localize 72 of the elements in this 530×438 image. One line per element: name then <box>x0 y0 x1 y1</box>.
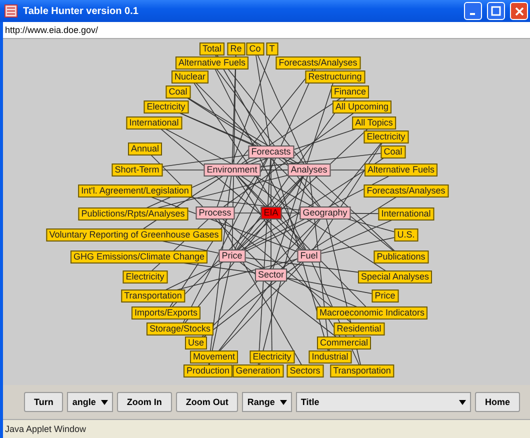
app-icon <box>4 4 18 18</box>
category-node[interactable]: Forecasts <box>248 146 294 158</box>
topic-node[interactable]: Coal <box>166 86 190 98</box>
category-node[interactable]: Environment <box>204 164 260 176</box>
topic-node[interactable]: Nuclear <box>172 70 208 84</box>
topic-node[interactable]: Residential <box>334 322 384 336</box>
topic-node[interactable]: Transportation <box>121 290 185 302</box>
topic-node[interactable]: Finance <box>330 86 370 98</box>
toolbar-button[interactable]: Home <box>474 392 520 412</box>
topic-node[interactable]: Macroeconomic Indicators <box>316 306 428 320</box>
topic-node[interactable]: Special Analyses <box>358 270 432 284</box>
root-node[interactable]: EIA <box>260 206 282 220</box>
toolbar-button[interactable]: Turn <box>24 392 64 412</box>
topic-node[interactable]: All Topics <box>352 116 396 130</box>
topic-node[interactable]: Co <box>246 42 264 56</box>
topic-node[interactable]: Electricity <box>250 350 294 364</box>
toolbar-button[interactable]: Zoom Out <box>176 392 238 412</box>
topic-node[interactable]: Price <box>372 290 398 302</box>
topic-node[interactable]: Electricity <box>364 130 408 144</box>
status-bar: Java Applet Window <box>3 419 530 438</box>
topic-node[interactable]: Alternative Fuels <box>175 56 249 70</box>
topic-node[interactable]: Industrial <box>308 350 352 364</box>
topic-node[interactable]: GHG Emissions/Climate Change <box>70 250 208 264</box>
topic-node[interactable]: International <box>126 116 182 130</box>
dropdown[interactable]: Title <box>296 392 471 412</box>
topic-node[interactable]: International <box>378 208 434 220</box>
topic-node[interactable]: Coal <box>380 146 406 158</box>
topic-node[interactable]: Electricity <box>122 270 168 284</box>
close-icon <box>514 6 524 16</box>
category-node[interactable]: Geography <box>300 206 350 220</box>
category-node[interactable]: Analyses <box>288 164 330 176</box>
topic-node[interactable]: Sectors <box>286 364 324 378</box>
topic-node[interactable]: Transportation <box>330 364 394 378</box>
window-title: Table Hunter version 0.1 <box>23 6 140 16</box>
topic-node[interactable]: Use <box>185 336 207 350</box>
maximize-icon <box>491 6 501 16</box>
topic-node[interactable]: Publications <box>374 250 428 264</box>
topic-node[interactable]: All Upcoming <box>332 100 392 114</box>
topic-node[interactable]: Storage/Stocks <box>146 322 214 336</box>
topic-node[interactable]: Production <box>183 364 233 378</box>
dropdown[interactable]: angle <box>67 392 113 412</box>
topic-node[interactable]: Forecasts/Analyses <box>276 56 360 70</box>
category-node[interactable]: Process <box>196 206 234 220</box>
caret-icon <box>280 400 287 404</box>
topic-node[interactable]: Forecasts/Analyses <box>364 184 448 198</box>
topic-node[interactable]: Voluntary Reporting of Greenhouse Gases <box>46 228 222 242</box>
topic-node[interactable]: Publictions/Rpts/Analyses <box>78 208 188 220</box>
address-field[interactable]: http://www.eia.doe.gov/ <box>3 22 530 39</box>
topic-node[interactable]: Short-Term <box>112 164 162 176</box>
topic-node[interactable]: Int'l. Agreement/Legislation <box>78 184 192 198</box>
topic-node[interactable]: Movement <box>190 350 238 364</box>
topic-node[interactable]: T <box>266 42 278 56</box>
topic-node[interactable]: U.S. <box>394 228 418 242</box>
category-node[interactable]: Sector <box>255 268 287 282</box>
dropdown[interactable]: Range <box>242 392 292 412</box>
topic-node[interactable]: Total <box>200 42 224 56</box>
topic-node[interactable]: Electricity <box>144 100 188 114</box>
close-button[interactable] <box>510 2 528 20</box>
topic-node[interactable]: Imports/Exports <box>131 306 201 320</box>
topic-node[interactable]: Re <box>227 42 245 56</box>
minimize-button[interactable] <box>464 2 482 20</box>
topic-node[interactable]: Commercial <box>317 336 371 350</box>
category-node[interactable]: Price <box>218 250 246 262</box>
topic-node[interactable]: Alternative Fuels <box>364 164 438 176</box>
topic-node[interactable]: Generation <box>232 364 284 378</box>
toolbar-button[interactable]: Zoom In <box>116 392 172 412</box>
topic-node[interactable]: Restructuring <box>305 70 365 84</box>
category-node[interactable]: Fuel <box>297 250 321 262</box>
caret-icon <box>100 400 108 404</box>
topic-node[interactable]: Annual <box>128 142 162 156</box>
caret-icon <box>458 400 466 404</box>
maximize-button[interactable] <box>487 2 505 20</box>
